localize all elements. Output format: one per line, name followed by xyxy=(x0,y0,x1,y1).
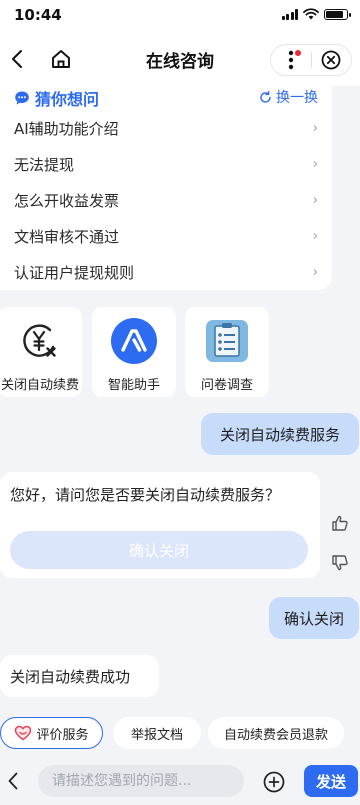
guess-header: 猜你想问 xyxy=(14,86,99,110)
renewal-refund-chip[interactable]: 自动续费会员退款 xyxy=(208,717,344,749)
more-icon xyxy=(288,50,293,70)
signal-icon xyxy=(281,8,298,20)
question-list: AI辅助功能介绍 › 无法提现 › 怎么开收益发票 › 文档审核不通过 › 认证… xyxy=(14,110,318,290)
question-item[interactable]: 认证用户提现规则 › xyxy=(14,254,318,290)
mini-program-capsule xyxy=(270,44,352,76)
question-item[interactable]: AI辅助功能介绍 › xyxy=(14,110,318,146)
tile-survey[interactable]: 问卷调查 xyxy=(185,307,269,397)
tile-assistant[interactable]: 智能助手 xyxy=(92,307,176,397)
chevron-right-icon: › xyxy=(312,228,318,244)
question-label: 无法提现 xyxy=(14,155,75,174)
guess-title: 猜你想问 xyxy=(35,90,100,109)
thumbs-down-icon xyxy=(332,555,348,571)
notification-dot xyxy=(294,50,301,56)
rate-service-icon xyxy=(15,725,32,741)
thumbs-up-icon xyxy=(332,515,348,531)
status-icons xyxy=(281,8,351,20)
question-label: 怎么开收益发票 xyxy=(14,191,120,210)
chevron-right-icon: › xyxy=(312,120,318,136)
shortcut-tiles: 关闭自动续费 智能助手 问卷调查 xyxy=(0,307,360,397)
tile-label: 问卷调查 xyxy=(200,378,253,393)
user-message: 确认关闭 xyxy=(269,597,359,639)
close-button[interactable] xyxy=(311,45,351,75)
thumbs-up-button[interactable] xyxy=(329,512,351,534)
plus-circle-icon xyxy=(263,771,285,793)
question-item[interactable]: 怎么开收益发票 › xyxy=(14,182,318,218)
refresh-label: 换一换 xyxy=(276,90,318,106)
tile-label: 智能助手 xyxy=(107,378,160,393)
home-button[interactable] xyxy=(46,44,76,74)
thumbs-down-button[interactable] xyxy=(329,552,351,574)
status-bar: 10:44 xyxy=(0,0,360,32)
back-button[interactable] xyxy=(2,44,32,74)
input-bar: 发送 xyxy=(0,757,360,805)
question-item[interactable]: 文档审核不通过 › xyxy=(14,218,318,254)
report-document-chip[interactable]: 举报文档 xyxy=(113,717,201,749)
rate-service-chip[interactable]: 评价服务 xyxy=(0,717,103,749)
chevron-left-icon xyxy=(8,772,18,790)
status-time: 10:44 xyxy=(14,6,62,24)
bot-message: 您好，请问您是否要关闭自动续费服务？ 确认关闭 xyxy=(0,472,320,578)
cancel-renewal-icon xyxy=(17,318,63,364)
chat-bubble-icon xyxy=(15,91,29,105)
question-item[interactable]: 无法提现 › xyxy=(14,146,318,182)
tile-cancel-renewal[interactable]: 关闭自动续费 xyxy=(0,307,82,397)
back-icon xyxy=(12,50,22,68)
bot-message: 关闭自动续费成功 xyxy=(0,655,159,697)
question-label: 认证用户提现规则 xyxy=(14,263,135,282)
guess-card: 猜你想问 换一换 AI辅助功能介绍 › 无法提现 › 怎么开收益发票 › 文档审… xyxy=(0,86,332,290)
collapse-button[interactable] xyxy=(0,766,26,796)
close-icon xyxy=(321,50,341,70)
question-label: AI辅助功能介绍 xyxy=(14,119,119,138)
question-label: 文档审核不通过 xyxy=(14,227,120,246)
wifi-icon xyxy=(303,8,319,20)
more-button[interactable] xyxy=(271,45,311,75)
chip-label: 评价服务 xyxy=(36,727,89,743)
home-icon xyxy=(52,50,70,68)
assistant-icon xyxy=(111,318,157,364)
quick-actions: 评价服务 举报文档 自动续费会员退款 xyxy=(0,717,360,749)
add-attachment-button[interactable] xyxy=(262,770,286,794)
chevron-right-icon: › xyxy=(312,156,318,172)
message-input[interactable] xyxy=(38,765,244,797)
refresh-icon xyxy=(260,90,271,103)
bot-message-text: 您好，请问您是否要关闭自动续费服务？ xyxy=(10,486,281,504)
nav-bar: 在线咨询 xyxy=(0,32,360,86)
refresh-button[interactable]: 换一换 xyxy=(259,86,318,108)
chevron-right-icon: › xyxy=(312,192,318,208)
battery-icon xyxy=(324,8,351,20)
confirm-close-button[interactable]: 确认关闭 xyxy=(10,531,308,569)
survey-icon xyxy=(204,318,250,364)
send-button[interactable]: 发送 xyxy=(304,765,358,797)
user-message: 关闭自动续费服务 xyxy=(201,413,359,455)
tile-label: 关闭自动续费 xyxy=(0,378,79,393)
chevron-right-icon: › xyxy=(312,264,318,280)
